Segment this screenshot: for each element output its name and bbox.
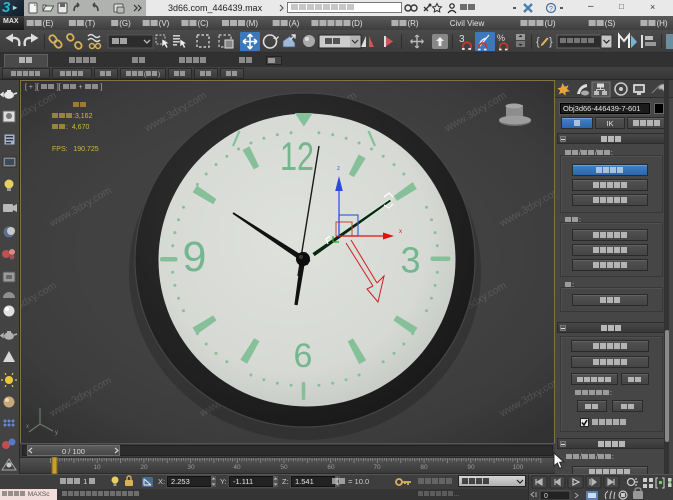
svg-text:20: 20 [140, 464, 148, 471]
svg-text:x: x [399, 229, 402, 235]
svg-text:50: 50 [280, 464, 288, 471]
svg-text:10: 10 [93, 464, 101, 471]
svg-text:90: 90 [467, 464, 475, 471]
svg-text:6: 6 [294, 337, 313, 375]
svg-text:%: % [497, 33, 505, 43]
svg-text:12: 12 [280, 135, 314, 179]
svg-text:z: z [337, 166, 340, 172]
svg-text:40: 40 [233, 464, 241, 471]
svg-text:}: } [549, 36, 553, 48]
svg-text:x: x [26, 424, 29, 430]
svg-text:60: 60 [327, 464, 335, 471]
svg-text:80: 80 [420, 464, 428, 471]
svg-text:70: 70 [373, 464, 381, 471]
svg-text:9: 9 [183, 233, 207, 281]
svg-text:30: 30 [187, 464, 195, 471]
svg-text:100: 100 [513, 464, 524, 471]
svg-text:?: ? [549, 6, 553, 13]
svg-text:y: y [55, 430, 58, 436]
svg-text:0: 0 [544, 493, 548, 500]
svg-text:{: { [536, 36, 540, 48]
svg-text:3: 3 [400, 240, 420, 281]
